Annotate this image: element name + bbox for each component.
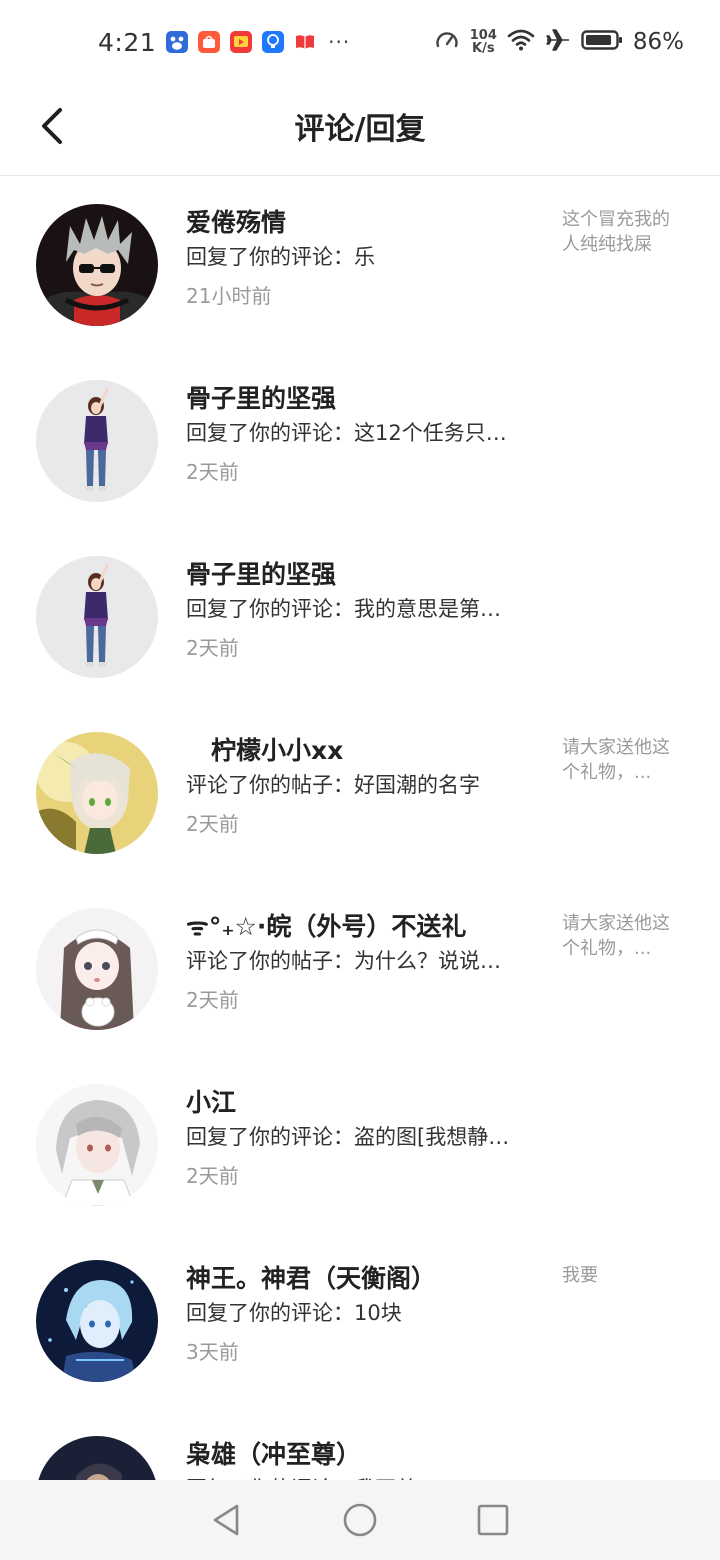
avatar[interactable] — [36, 908, 158, 1030]
battery-percent: 86% — [632, 29, 684, 55]
username[interactable]: 骨子里的坚强 — [186, 379, 336, 415]
avatar[interactable] — [36, 204, 158, 326]
list-item[interactable]: 骨子里的坚强 回复了你的评论：这12个任务只… 2天前 — [0, 353, 720, 529]
reply-excerpt: 评论了你的帖子：为什么？说说… — [186, 949, 501, 973]
avatar[interactable] — [36, 1260, 158, 1382]
book-app-icon — [294, 31, 316, 53]
avatar[interactable] — [36, 1084, 158, 1206]
username[interactable]: ᯤ°₊☆·皖（外号）不送礼 — [186, 907, 466, 943]
reply-excerpt: 回复了你的评论：这12个任务只… — [186, 421, 507, 445]
list-item[interactable]: 神王。神君（天衡阁） 回复了你的评论：10块 3天前 我要 — [0, 1233, 720, 1409]
avatar-image — [36, 1084, 158, 1206]
username[interactable]: 柠檬小小xx — [186, 731, 343, 767]
original-post-preview[interactable]: 请大家送他这个礼物，... — [562, 911, 686, 961]
reply-excerpt: 回复了你的评论：我的意思是第… — [186, 597, 501, 621]
reply-list: 爱倦殇情 回复了你的评论：乐 21小时前 这个冒充我的人纯纯找屎 骨子里的坚强 … — [0, 177, 720, 1560]
triangle-back-icon — [213, 1504, 238, 1536]
reply-excerpt: 评论了你的帖子：好国潮的名字 — [186, 773, 480, 797]
list-item[interactable]: 柠檬小小xx 评论了你的帖子：好国潮的名字 2天前 请大家送他这个礼物，... — [0, 705, 720, 881]
timestamp: 2天前 — [186, 460, 239, 484]
username[interactable]: 神王。神君（天衡阁） — [186, 1259, 436, 1295]
timestamp: 21小时前 — [186, 284, 272, 308]
original-post-preview[interactable]: 请大家送他这个礼物，... — [562, 735, 686, 785]
username[interactable]: 小江 — [186, 1083, 236, 1119]
net-speed: 104 K/s — [470, 29, 497, 55]
username[interactable]: 爱倦殇情 — [186, 203, 286, 239]
circle-home-icon — [343, 1503, 377, 1537]
list-item[interactable]: ᯤ°₊☆·皖（外号）不送礼 评论了你的帖子：为什么？说说… 2天前 请大家送他这… — [0, 881, 720, 1057]
avatar-image — [36, 1260, 158, 1382]
nav-back-button[interactable] — [207, 1500, 247, 1540]
list-item[interactable]: 小江 回复了你的评论：盗的图[我想静… 2天前 — [0, 1057, 720, 1233]
shopping-app-icon — [198, 31, 221, 53]
avatar-image — [36, 380, 158, 502]
timestamp: 3天前 — [186, 1340, 239, 1364]
list-item[interactable]: 爱倦殇情 回复了你的评论：乐 21小时前 这个冒充我的人纯纯找屎 — [0, 177, 720, 353]
clock: 4:21 — [98, 27, 157, 57]
avatar[interactable] — [36, 556, 158, 678]
reply-excerpt: 回复了你的评论：盗的图[我想静… — [186, 1125, 510, 1149]
header: 评论/回复 — [0, 84, 720, 176]
username[interactable]: 骨子里的坚强 — [186, 555, 336, 591]
battery-icon — [581, 29, 623, 55]
system-navigation-bar — [0, 1480, 720, 1560]
nav-recent-button[interactable] — [473, 1500, 513, 1540]
screen: 4:21 ··· 104 K/s 86% 评论/回复 爱倦殇情 回复了你的评论：… — [0, 0, 720, 1560]
status-right: 104 K/s 86% — [434, 27, 684, 57]
airplane-icon — [545, 27, 571, 57]
page-title: 评论/回复 — [294, 112, 426, 147]
avatar[interactable] — [36, 380, 158, 502]
avatar-image — [36, 556, 158, 678]
reply-excerpt: 回复了你的评论：10块 — [186, 1301, 402, 1325]
speedometer-icon — [434, 27, 460, 57]
timestamp: 2天前 — [186, 812, 239, 836]
video-app-icon — [230, 31, 253, 53]
list-item[interactable]: 骨子里的坚强 回复了你的评论：我的意思是第… 2天前 — [0, 529, 720, 705]
avatar[interactable] — [36, 732, 158, 854]
avatar-image — [36, 732, 158, 854]
square-recent-icon — [478, 1504, 509, 1536]
wifi-icon — [507, 28, 535, 56]
more-notifications-icon: ··· — [328, 30, 351, 54]
timestamp: 2天前 — [186, 636, 239, 660]
nav-home-button[interactable] — [340, 1500, 380, 1540]
timestamp: 2天前 — [186, 1164, 239, 1188]
avatar-image — [36, 908, 158, 1030]
reply-excerpt: 回复了你的评论：乐 — [186, 245, 375, 269]
original-post-preview[interactable]: 这个冒充我的人纯纯找屎 — [562, 207, 686, 257]
status-bar: 4:21 ··· 104 K/s 86% — [0, 0, 720, 84]
net-speed-unit: K/s — [472, 41, 495, 56]
avatar-image — [36, 204, 158, 326]
username[interactable]: 枭雄（冲至尊） — [186, 1435, 361, 1471]
bulb-app-icon — [262, 31, 285, 53]
baidu-icon — [166, 31, 189, 53]
status-left: 4:21 ··· — [98, 28, 350, 57]
original-post-preview[interactable]: 我要 — [562, 1263, 686, 1288]
timestamp: 2天前 — [186, 988, 239, 1012]
